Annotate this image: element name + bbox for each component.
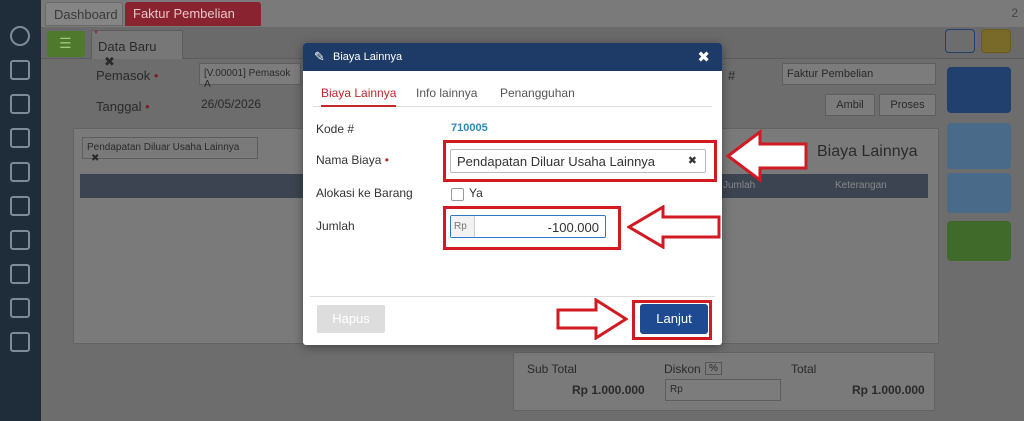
ambil-button[interactable]: Ambil: [825, 94, 875, 116]
cart-icon[interactable]: [10, 196, 30, 216]
total-value: Rp 1.000.000: [852, 383, 925, 397]
pemasok-select[interactable]: [V.00001] Pemasok A: [199, 63, 301, 90]
highlight-jumlah: [443, 206, 621, 250]
document-button[interactable]: [947, 123, 1011, 169]
close-icon[interactable]: ✖: [697, 48, 710, 66]
arrow-right-icon: [556, 298, 628, 340]
more-button[interactable]: [947, 221, 1011, 261]
highlight-lanjut: [632, 300, 712, 340]
bank-icon[interactable]: [10, 128, 30, 148]
doc-tab-data-baru[interactable]: * Data Baru ✖: [91, 29, 183, 69]
bag-icon[interactable]: [10, 162, 30, 182]
company-icon[interactable]: [10, 60, 30, 80]
kode-value: 710005: [451, 122, 488, 134]
type-select[interactable]: Faktur Pembelian: [782, 63, 936, 85]
dialog-header: ✎ Biaya Lainnya ✖: [303, 43, 722, 71]
report-icon[interactable]: [10, 298, 30, 318]
pencil-icon: ✎: [314, 49, 325, 64]
purchase-cart-icon[interactable]: [10, 230, 30, 250]
alokasi-label: Alokasi ke Barang: [316, 186, 413, 200]
jumlah-label: Jumlah: [316, 219, 355, 233]
tab-info-lainnya[interactable]: Info lainnya: [416, 86, 477, 100]
proses-button[interactable]: Proses: [879, 94, 936, 116]
sidebar: [0, 0, 41, 421]
tab-strip: Dashboard Faktur Pembelian 2: [41, 0, 1024, 27]
save-button[interactable]: [947, 67, 1011, 113]
filter-chip[interactable]: Pendapatan Diluar Usaha Lainnya ✖: [82, 137, 258, 164]
subtotal-value: Rp 1.000.000: [572, 383, 645, 397]
hapus-button[interactable]: Hapus: [317, 305, 385, 333]
ledger-icon[interactable]: [10, 94, 30, 114]
tab-biaya-lainnya[interactable]: Biaya Lainnya: [321, 86, 397, 107]
kode-label: Kode #: [316, 122, 355, 136]
tips-button[interactable]: [981, 29, 1011, 53]
unsaved-marker: *: [94, 29, 98, 40]
alokasi-checkbox[interactable]: [451, 188, 464, 201]
alokasi-option-label: Ya: [469, 186, 483, 200]
settings-button[interactable]: [945, 29, 975, 53]
tanggal-input[interactable]: 26/05/2026: [199, 94, 301, 116]
doc-tab-label: Data Baru: [98, 39, 157, 54]
diskon-label: Diskon: [664, 362, 701, 376]
hash-label: #: [728, 68, 736, 83]
dialog-tabs: Biaya Lainnya Info lainnya Penangguhan: [313, 83, 712, 107]
close-icon[interactable]: ✖: [104, 54, 115, 69]
tanggal-label: Tanggal •: [96, 99, 150, 114]
attachment-button[interactable]: [947, 173, 1011, 213]
list-menu-button[interactable]: [47, 31, 85, 57]
tab-dashboard[interactable]: Dashboard: [45, 2, 123, 26]
settings-icon[interactable]: [10, 26, 30, 46]
filter-chip-label: Pendapatan Diluar Usaha Lainnya: [87, 142, 240, 153]
dialog-footer-divider: [310, 296, 715, 297]
close-icon[interactable]: ✖: [91, 153, 99, 164]
subtotal-label: Sub Total: [527, 362, 577, 376]
diskon-input[interactable]: Rp: [665, 379, 781, 401]
pemasok-label: Pemasok •: [96, 68, 159, 83]
tab-penangguhan[interactable]: Penangguhan: [500, 86, 575, 100]
diskon-pct[interactable]: %: [705, 362, 722, 375]
nama-biaya-label: Nama Biaya •: [316, 153, 389, 167]
total-label: Total: [791, 362, 817, 376]
arrow-left-icon: [627, 205, 721, 249]
tab-count: 2: [1011, 6, 1018, 20]
chart-icon[interactable]: [10, 332, 30, 352]
dialog-title: Biaya Lainnya: [333, 51, 403, 63]
arrow-left-icon: [726, 129, 808, 183]
section-title: Biaya Lainnya: [817, 143, 918, 160]
tab-faktur-pembelian[interactable]: Faktur Pembelian: [125, 2, 261, 26]
highlight-nama-biaya: [443, 140, 717, 182]
warehouse-icon[interactable]: [10, 264, 30, 284]
th-keterangan: Keterangan: [835, 180, 887, 191]
